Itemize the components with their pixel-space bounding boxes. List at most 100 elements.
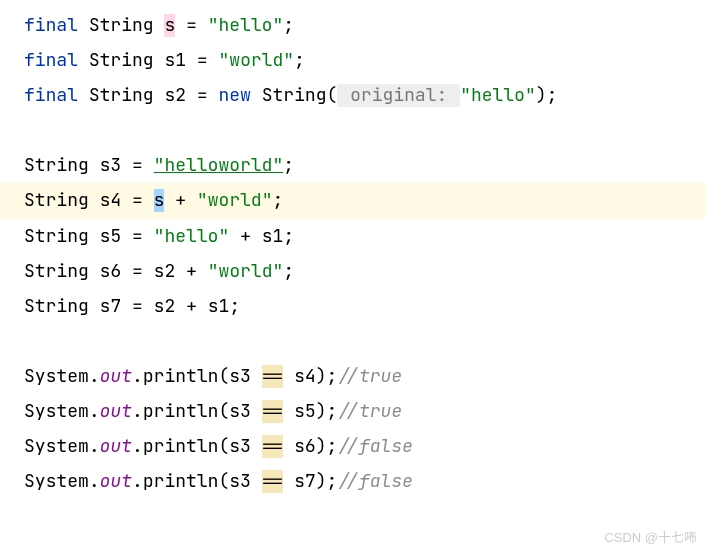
semicolon: ;	[283, 225, 294, 248]
op-plus: +	[175, 189, 186, 212]
semicolon: ;	[283, 14, 294, 37]
comment: //true	[337, 365, 402, 388]
dot: .	[89, 435, 100, 458]
lparen: (	[218, 435, 229, 458]
arg-s7: s7	[294, 470, 316, 493]
semicolon: ;	[273, 189, 284, 212]
code-line-5-current[interactable]: String s4 = s + "world";	[0, 183, 705, 218]
string-literal: "hello"	[460, 84, 536, 107]
op-eqeq: ==	[262, 470, 284, 493]
code-line-3[interactable]: final String s2 = new String( original: …	[0, 78, 705, 113]
keyword-final: final	[24, 49, 78, 72]
class-system: System	[24, 470, 89, 493]
method-println: println	[143, 400, 219, 423]
arg-s3: s3	[229, 470, 251, 493]
code-line-4[interactable]: String s3 = "helloworld";	[0, 148, 705, 183]
string-literal: "world"	[218, 49, 294, 72]
var-ref-s2: s2	[154, 260, 176, 283]
string-literal: "world"	[208, 260, 284, 283]
string-literal: "hello"	[208, 14, 284, 37]
dot: .	[132, 470, 143, 493]
dot: .	[89, 470, 100, 493]
type-string: String	[24, 154, 89, 177]
type-string: String	[24, 260, 89, 283]
arg-s3: s3	[229, 435, 251, 458]
field-out: out	[100, 435, 132, 458]
var-ref-s2: s2	[154, 295, 176, 318]
lparen: (	[218, 470, 229, 493]
op-eq: =	[132, 260, 143, 283]
class-system: System	[24, 365, 89, 388]
code-line-7[interactable]: String s6 = s2 + "world";	[0, 254, 705, 289]
type-string: String	[89, 84, 154, 107]
op-eq: =	[186, 14, 197, 37]
code-line-print-4[interactable]: System.out.println(s3 == s7);//false	[0, 464, 705, 499]
semicolon: ;	[327, 435, 338, 458]
rparen: )	[316, 470, 327, 493]
dot: .	[132, 435, 143, 458]
arg-s5: s5	[294, 400, 316, 423]
op-eq: =	[197, 49, 208, 72]
keyword-new: new	[218, 84, 250, 107]
code-line-8[interactable]: String s7 = s2 + s1;	[0, 289, 705, 324]
semicolon: ;	[229, 295, 240, 318]
rparen: )	[316, 435, 327, 458]
field-out: out	[100, 365, 132, 388]
code-line-2[interactable]: final String s1 = "world";	[0, 43, 705, 78]
code-line-print-2[interactable]: System.out.println(s3 == s5);//true	[0, 394, 705, 429]
semicolon: ;	[547, 84, 558, 107]
type-string: String	[89, 14, 154, 37]
dot: .	[89, 365, 100, 388]
op-eq: =	[132, 225, 143, 248]
rparen: )	[536, 84, 547, 107]
rparen: )	[316, 400, 327, 423]
method-println: println	[143, 435, 219, 458]
dot: .	[89, 400, 100, 423]
semicolon: ;	[294, 49, 305, 72]
var-s2: s2	[164, 84, 186, 107]
string-literal: "hello"	[154, 225, 230, 248]
code-line-print-3[interactable]: System.out.println(s3 == s6);//false	[0, 429, 705, 464]
code-line-blank[interactable]	[0, 324, 705, 359]
dot: .	[132, 400, 143, 423]
op-eq: =	[197, 84, 208, 107]
code-line-blank[interactable]	[0, 113, 705, 148]
type-string: String	[24, 189, 89, 212]
semicolon: ;	[283, 154, 294, 177]
string-literal: "helloworld"	[154, 154, 284, 177]
code-line-print-1[interactable]: System.out.println(s3 == s4);//true	[0, 359, 705, 394]
lparen: (	[218, 400, 229, 423]
op-eq: =	[132, 295, 143, 318]
watermark: CSDN @十七咘	[604, 525, 697, 550]
arg-s6: s6	[294, 435, 316, 458]
string-literal: "world"	[197, 189, 273, 212]
op-eq: =	[132, 189, 143, 212]
field-out: out	[100, 400, 132, 423]
code-line-1[interactable]: final String s = "hello";	[0, 8, 705, 43]
arg-s3: s3	[229, 365, 251, 388]
keyword-final: final	[24, 14, 78, 37]
semicolon: ;	[283, 260, 294, 283]
lparen: (	[218, 365, 229, 388]
var-s5: s5	[100, 225, 122, 248]
op-eq: =	[132, 154, 143, 177]
field-out: out	[100, 470, 132, 493]
var-s: s	[164, 14, 175, 37]
lparen: (	[327, 84, 338, 107]
type-string: String	[24, 225, 89, 248]
var-s1: s1	[164, 49, 186, 72]
var-ref-s: s	[154, 189, 165, 212]
rparen: )	[316, 365, 327, 388]
var-s7: s7	[100, 295, 122, 318]
var-ref-s1: s1	[208, 295, 230, 318]
semicolon: ;	[327, 365, 338, 388]
op-plus: +	[186, 260, 197, 283]
dot: .	[132, 365, 143, 388]
code-line-6[interactable]: String s5 = "hello" + s1;	[0, 219, 705, 254]
op-plus: +	[240, 225, 251, 248]
ctor-string: String	[262, 84, 327, 107]
comment: //true	[337, 400, 402, 423]
arg-s4: s4	[294, 365, 316, 388]
type-string: String	[89, 49, 154, 72]
type-string: String	[24, 295, 89, 318]
